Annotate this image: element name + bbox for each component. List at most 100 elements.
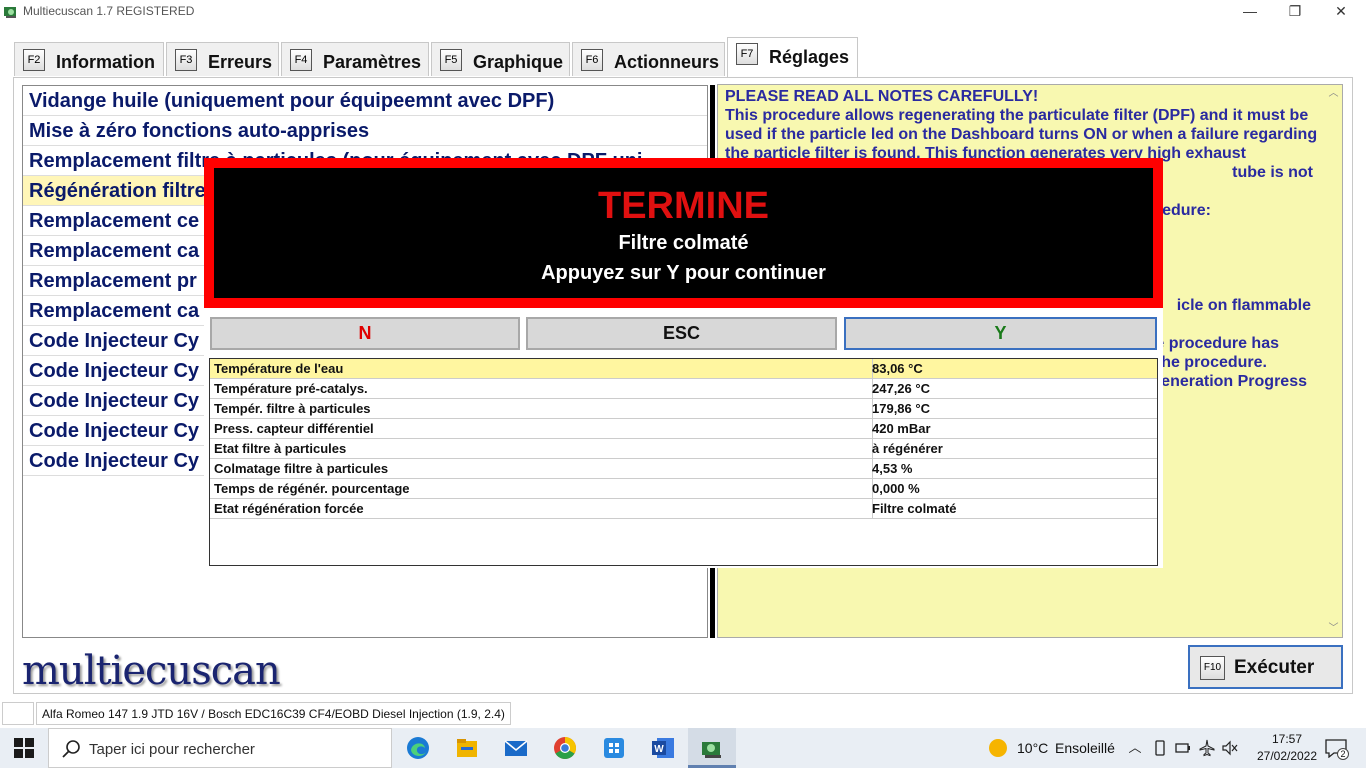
execute-label: Exécuter bbox=[1234, 657, 1315, 678]
status-instruction: Appuyez sur Y pour continuer bbox=[541, 262, 826, 284]
fkey-badge: F7 bbox=[736, 43, 758, 65]
param-name: Etat régénération forcée bbox=[214, 501, 364, 516]
window-title: Multiecuscan 1.7 REGISTERED bbox=[23, 4, 195, 18]
taskbar-app-multiecuscan[interactable] bbox=[688, 728, 736, 768]
notification-count: 2 bbox=[1337, 748, 1349, 760]
notes-line: used if the particle led on the Dashboar… bbox=[725, 126, 1318, 143]
tab-actionneurs[interactable]: F6 Actionneurs bbox=[572, 42, 725, 76]
param-value: 83,06 °C bbox=[872, 361, 923, 376]
table-row: Température pré-catalys. 247,26 °C bbox=[210, 379, 1157, 399]
phone-icon[interactable] bbox=[1151, 739, 1169, 757]
fkey-badge: F4 bbox=[290, 49, 312, 71]
fkey-badge: F2 bbox=[23, 49, 45, 71]
tab-graphique[interactable]: F5 Graphique bbox=[431, 42, 570, 76]
status-title: TERMINE bbox=[598, 185, 769, 227]
dialog-body: N ESC Y Température de l'eau 83,06 °C Te… bbox=[204, 308, 1163, 568]
taskbar-app-edge[interactable] bbox=[394, 728, 442, 768]
list-item[interactable]: Vidange huile (uniquement pour équipeemn… bbox=[23, 86, 707, 116]
search-icon bbox=[62, 740, 80, 758]
svg-text:W: W bbox=[654, 744, 664, 755]
notes-line: PLEASE READ ALL NOTES CAREFULLY! bbox=[725, 88, 1039, 105]
search-placeholder: Taper ici pour rechercher bbox=[89, 741, 255, 758]
fkey-badge: F3 bbox=[175, 49, 197, 71]
close-button[interactable]: ✕ bbox=[1318, 0, 1364, 24]
tab-label: Actionneurs bbox=[614, 52, 720, 72]
tab-reglages[interactable]: F7 Réglages bbox=[727, 37, 858, 77]
notes-scrollbar[interactable]: ︿ ﹀ bbox=[1325, 85, 1342, 637]
param-value: 0,000 % bbox=[872, 481, 920, 496]
chevron-up-icon[interactable]: ︿ bbox=[1126, 739, 1144, 757]
taskbar-search[interactable]: Taper ici pour rechercher bbox=[48, 728, 392, 768]
status-banner: TERMINE Filtre colmaté Appuyez sur Y pou… bbox=[204, 158, 1163, 308]
tab-bar: F2 Information F3 Erreurs F4 Paramètres … bbox=[14, 37, 1354, 77]
start-button[interactable] bbox=[0, 728, 48, 768]
chrome-icon bbox=[554, 737, 576, 759]
clock-time[interactable]: 17:57 bbox=[1262, 732, 1312, 746]
table-row: Etat régénération forcée Filtre colmaté bbox=[210, 499, 1157, 519]
param-name: Press. capteur différentiel bbox=[214, 421, 374, 436]
weather-temperature[interactable]: 10°C bbox=[1017, 740, 1048, 756]
status-indicator bbox=[2, 702, 34, 725]
battery-icon[interactable] bbox=[1174, 739, 1192, 757]
yes-button[interactable]: Y bbox=[844, 317, 1157, 350]
escape-button[interactable]: ESC bbox=[526, 317, 837, 350]
tab-label: Paramètres bbox=[323, 52, 422, 72]
param-value: 420 mBar bbox=[872, 421, 931, 436]
scroll-up-icon[interactable]: ︿ bbox=[1328, 88, 1339, 99]
app-window: Multiecuscan 1.7 REGISTERED — ❐ ✕ F2 Inf… bbox=[0, 0, 1366, 768]
taskbar-app-store[interactable] bbox=[590, 728, 638, 768]
parameter-table: Température de l'eau 83,06 °C Températur… bbox=[209, 358, 1158, 566]
tab-parametres[interactable]: F4 Paramètres bbox=[281, 42, 429, 76]
tab-information[interactable]: F2 Information bbox=[14, 42, 164, 76]
word-icon: W bbox=[652, 738, 674, 758]
taskbar-app-chrome[interactable] bbox=[541, 728, 589, 768]
fkey-badge: F6 bbox=[581, 49, 603, 71]
windows-logo-icon bbox=[14, 738, 34, 758]
param-value: à régénérer bbox=[872, 441, 943, 456]
param-value: Filtre colmaté bbox=[872, 501, 957, 516]
tab-label: Erreurs bbox=[208, 52, 273, 72]
multiecuscan-logo: multiecuscan bbox=[22, 648, 281, 694]
tab-erreurs[interactable]: F3 Erreurs bbox=[166, 42, 279, 76]
param-name: Etat filtre à particules bbox=[214, 441, 347, 456]
sun-icon[interactable] bbox=[989, 739, 1007, 757]
table-row: Tempér. filtre à particules 179,86 °C bbox=[210, 399, 1157, 419]
table-row: Temps de régénér. pourcentage 0,000 % bbox=[210, 479, 1157, 499]
table-row: Press. capteur différentiel 420 mBar bbox=[210, 419, 1157, 439]
app-logo-icon bbox=[4, 7, 16, 18]
status-message: Filtre colmaté bbox=[618, 232, 749, 254]
minimize-button[interactable]: — bbox=[1227, 0, 1273, 24]
table-row: Température de l'eau 83,06 °C bbox=[210, 359, 1157, 379]
list-item[interactable]: Mise à zéro fonctions auto-apprises bbox=[23, 116, 707, 146]
weather-description[interactable]: Ensoleillé bbox=[1055, 740, 1115, 756]
multiecuscan-icon bbox=[702, 742, 721, 758]
no-button[interactable]: N bbox=[210, 317, 520, 350]
airplane-icon[interactable] bbox=[1198, 739, 1216, 757]
taskbar-app-explorer[interactable] bbox=[443, 728, 491, 768]
clock-date[interactable]: 27/02/2022 bbox=[1252, 749, 1322, 763]
status-bar: Alfa Romeo 147 1.9 JTD 16V / Bosch EDC16… bbox=[0, 701, 1366, 728]
param-value: 179,86 °C bbox=[872, 401, 930, 416]
table-row: Colmatage filtre à particules 4,53 % bbox=[210, 459, 1157, 479]
param-name: Temps de régénér. pourcentage bbox=[214, 481, 410, 496]
param-name: Température pré-catalys. bbox=[214, 381, 368, 396]
taskbar-app-mail[interactable] bbox=[492, 728, 540, 768]
scroll-down-icon[interactable]: ﹀ bbox=[1328, 623, 1339, 634]
taskbar-app-word[interactable]: W bbox=[639, 728, 687, 768]
param-name: Température de l'eau bbox=[214, 361, 344, 376]
tab-label: Information bbox=[56, 52, 155, 72]
fkey-badge: F10 bbox=[1200, 656, 1225, 680]
table-row: Etat filtre à particules à régénérer bbox=[210, 439, 1157, 459]
tab-label: Graphique bbox=[473, 52, 564, 72]
windows-taskbar: Taper ici pour rechercher W 10°C Ensolei… bbox=[0, 728, 1366, 768]
restore-button[interactable]: ❐ bbox=[1272, 0, 1318, 24]
fkey-badge: F5 bbox=[440, 49, 462, 71]
param-name: Colmatage filtre à particules bbox=[214, 461, 389, 476]
file-explorer-icon bbox=[457, 739, 477, 757]
param-name: Tempér. filtre à particules bbox=[214, 401, 371, 416]
notes-line: This procedure allows regenerating the p… bbox=[725, 107, 1309, 124]
store-icon bbox=[604, 738, 624, 758]
speaker-muted-icon[interactable] bbox=[1221, 739, 1239, 757]
param-value: 247,26 °C bbox=[872, 381, 930, 396]
execute-button[interactable]: F10 Exécuter bbox=[1188, 645, 1343, 689]
